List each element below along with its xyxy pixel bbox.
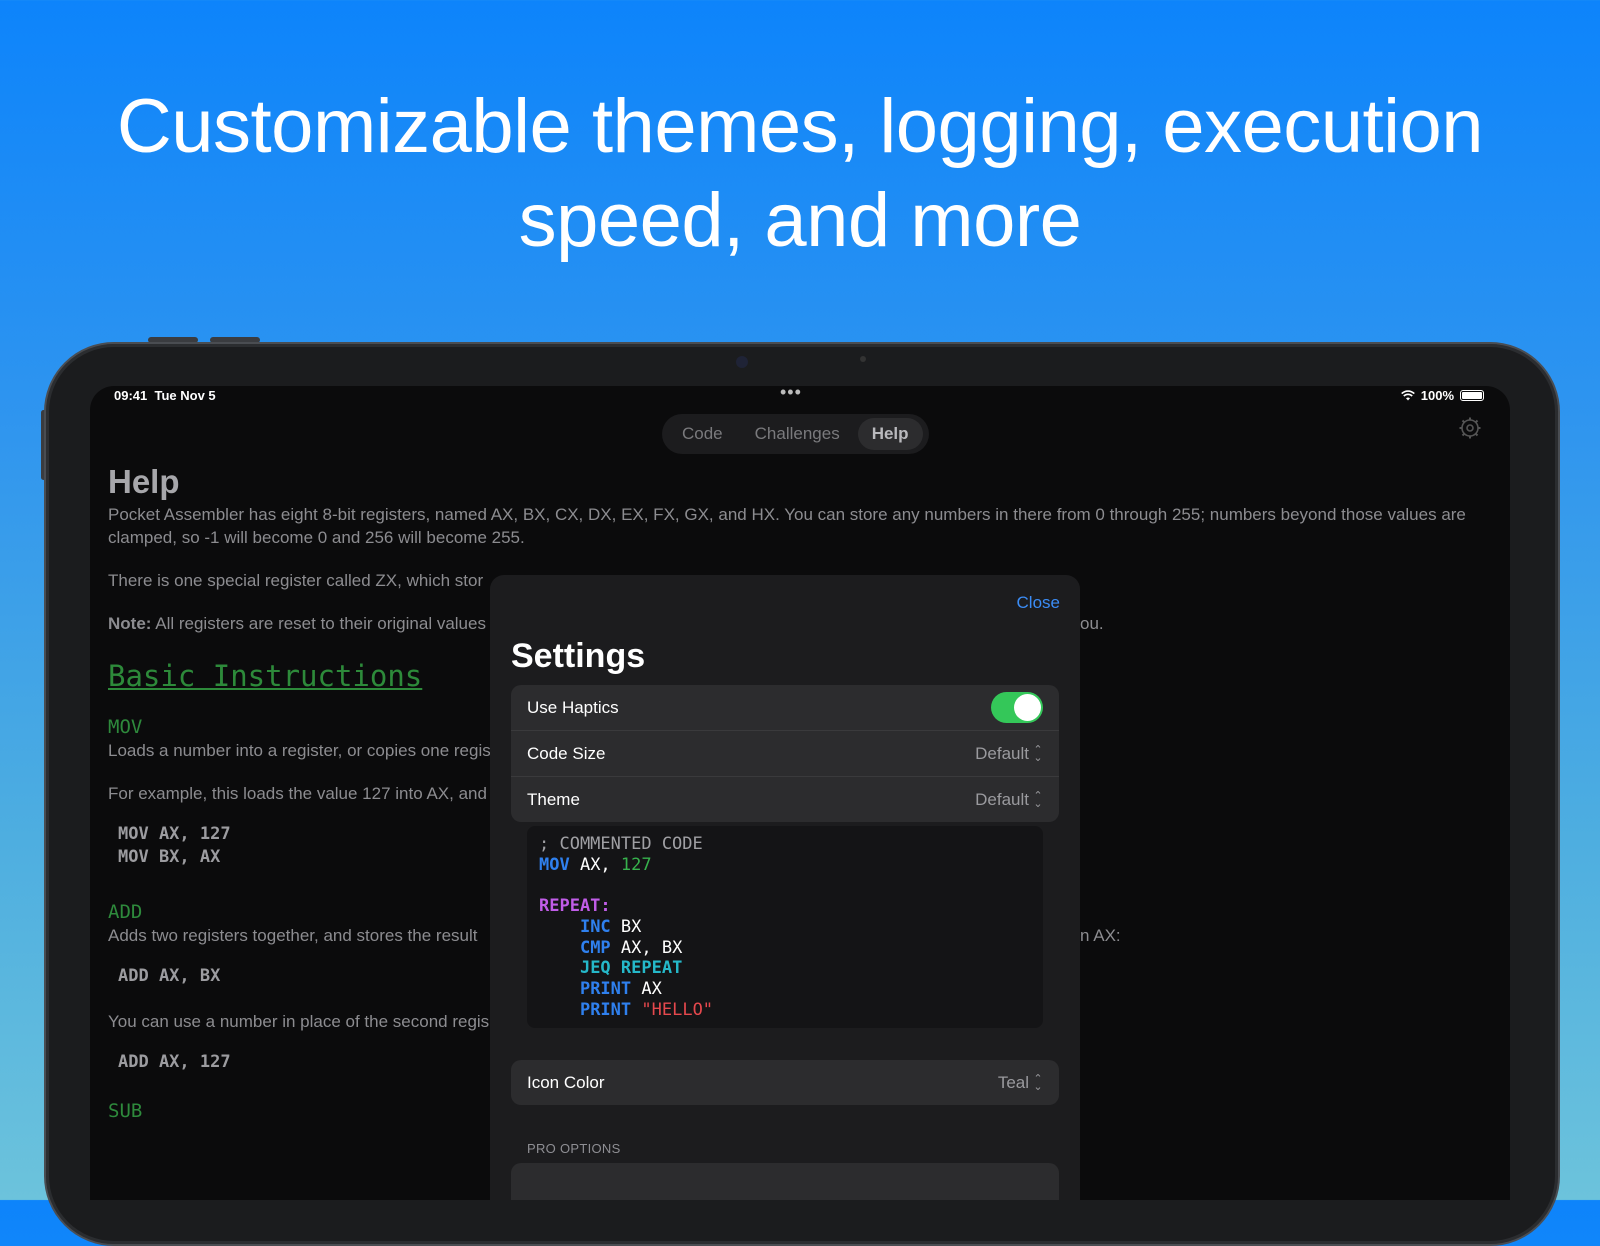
wifi-icon [1400,390,1415,401]
use-haptics-toggle[interactable] [991,692,1043,723]
settings-sheet: Close Settings Use Haptics Code Size Def… [490,575,1080,1200]
add-tail: n AX: [1080,926,1121,945]
icon-color-picker[interactable]: Teal ⌃ ⌄ [998,1073,1043,1093]
theme-preview-code: ; COMMENTED CODE MOV AX, 127 REPEAT: INC… [527,826,1043,1028]
row-code-size[interactable]: Code Size Default ⌃ ⌄ [511,731,1059,777]
use-haptics-label: Use Haptics [527,697,619,717]
note-label: Note: [108,614,152,633]
note-text: All registers are reset to their origina… [155,614,486,633]
note-tail: ou. [1080,614,1104,633]
tab-code[interactable]: Code [668,418,737,450]
gear-icon[interactable] [1458,416,1482,440]
headline: Customizable themes, logging, execution … [0,80,1600,268]
tab-challenges[interactable]: Challenges [741,418,854,450]
theme-label: Theme [527,789,580,809]
theme-picker[interactable]: Default ⌃ ⌄ [975,790,1043,810]
tab-help[interactable]: Help [857,418,923,450]
row-use-haptics: Use Haptics [511,685,1059,731]
status-indicators: 100% [1400,388,1484,403]
settings-group-main: Use Haptics Code Size Default ⌃ ⌄ Theme D… [511,685,1059,822]
tab-bar: Code Challenges Help [662,414,929,454]
chevron-up-down-icon: ⌃ ⌄ [1033,789,1043,810]
row-icon-color[interactable]: Icon Color Teal ⌃ ⌄ [511,1060,1059,1105]
icon-color-label: Icon Color [527,1072,605,1092]
row-theme[interactable]: Theme Default ⌃ ⌄ [511,777,1059,822]
headline-line-1: Customizable themes, logging, execution [116,84,1484,169]
ipad-screen: 09:41 Tue Nov 5 ••• 100% Code Challenges… [90,386,1510,1200]
battery-percent: 100% [1420,388,1454,403]
help-title: Help [108,463,180,500]
chevron-up-down-icon: ⌃ ⌄ [1033,743,1043,764]
chevron-up-down-icon: ⌃ ⌄ [1033,1072,1043,1093]
headline-line-2: speed, and more [518,178,1082,263]
close-button[interactable]: Close [1017,593,1060,613]
code-size-label: Code Size [527,743,606,763]
camera-icon [736,356,748,368]
sensor-icon [860,356,866,362]
settings-title: Settings [511,637,646,675]
help-intro: Pocket Assembler has eight 8-bit registe… [108,505,1466,547]
settings-group-pro [511,1163,1059,1200]
battery-icon [1460,390,1484,401]
multitask-dots-icon[interactable]: ••• [780,386,802,403]
pro-options-header: PRO OPTIONS [527,1141,621,1156]
settings-group-icon: Icon Color Teal ⌃ ⌄ [511,1060,1059,1105]
code-size-picker[interactable]: Default ⌃ ⌄ [975,744,1043,764]
status-time: 09:41 Tue Nov 5 [114,388,216,403]
